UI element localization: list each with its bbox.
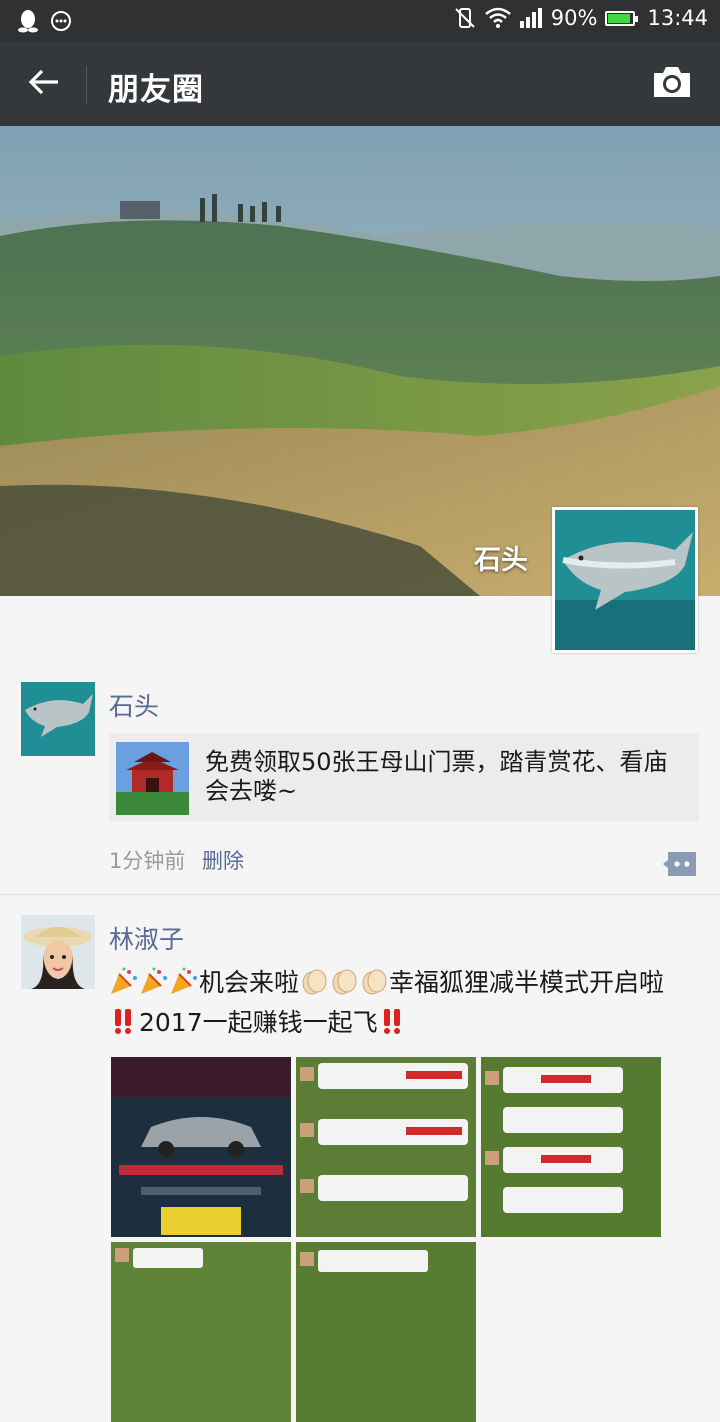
comment-dots-icon [662,852,698,882]
signal-icon [519,7,543,29]
action-bar: 朋友圈 [0,42,720,126]
post-photo-4[interactable] [111,1242,291,1422]
post-photo-5[interactable] [296,1242,476,1422]
post-photo-3[interactable] [481,1057,661,1237]
delete-button[interactable]: 删除 [202,845,244,875]
shared-link-thumbnail [116,742,189,815]
post-text-part-3: 2017一起赚钱一起飞 [139,1008,378,1037]
post-text-part-2: 幸福狐狸减半模式开启啦 [389,968,665,997]
avatar[interactable] [21,915,95,989]
clapping-hands-icon [299,966,329,996]
vibrate-icon [453,6,477,30]
avatar[interactable] [21,682,95,756]
clapping-hands-icon [359,966,389,996]
post-photo-1[interactable] [111,1057,291,1237]
post-author[interactable]: 石头 [109,687,159,723]
shared-link-title: 免费领取50张王母山门票，踏青赏花、看庙会去喽~ [205,748,668,805]
camera-button[interactable] [650,64,694,104]
clock: 13:44 [647,6,708,30]
header-divider [86,66,87,104]
battery-percent: 90% [550,6,598,30]
post-photo-2[interactable] [296,1057,476,1237]
message-icon [50,9,72,33]
comment-button[interactable] [662,850,698,878]
back-arrow-icon [28,68,60,100]
post-author[interactable]: 林淑子 [109,920,184,956]
double-exclamation-icon [109,1006,139,1036]
status-bar: 90% 13:44 [0,0,720,42]
page-title: 朋友圈 [108,72,204,108]
qq-icon [18,9,38,33]
cover-avatar[interactable] [552,507,698,653]
party-popper-icon [109,966,139,996]
double-exclamation-icon [378,1006,408,1036]
post-text-part-1: 机会来啦 [199,968,300,997]
party-popper-icon [139,966,169,996]
back-button[interactable] [22,62,66,106]
cover-user-name: 石头 [474,545,528,576]
post-timestamp: 1分钟前 [109,849,186,873]
clapping-hands-icon [329,966,359,996]
shared-link-card[interactable]: 免费领取50张王母山门票，踏青赏花、看庙会去喽~ [109,734,699,822]
wifi-icon [484,7,511,29]
party-popper-icon [169,966,199,996]
camera-icon [652,65,692,103]
post-content: 机会来啦 幸福狐狸减半模式开启啦 2017一起赚钱一起飞 [109,963,709,1043]
post-divider [0,894,720,895]
battery-icon [605,10,639,26]
